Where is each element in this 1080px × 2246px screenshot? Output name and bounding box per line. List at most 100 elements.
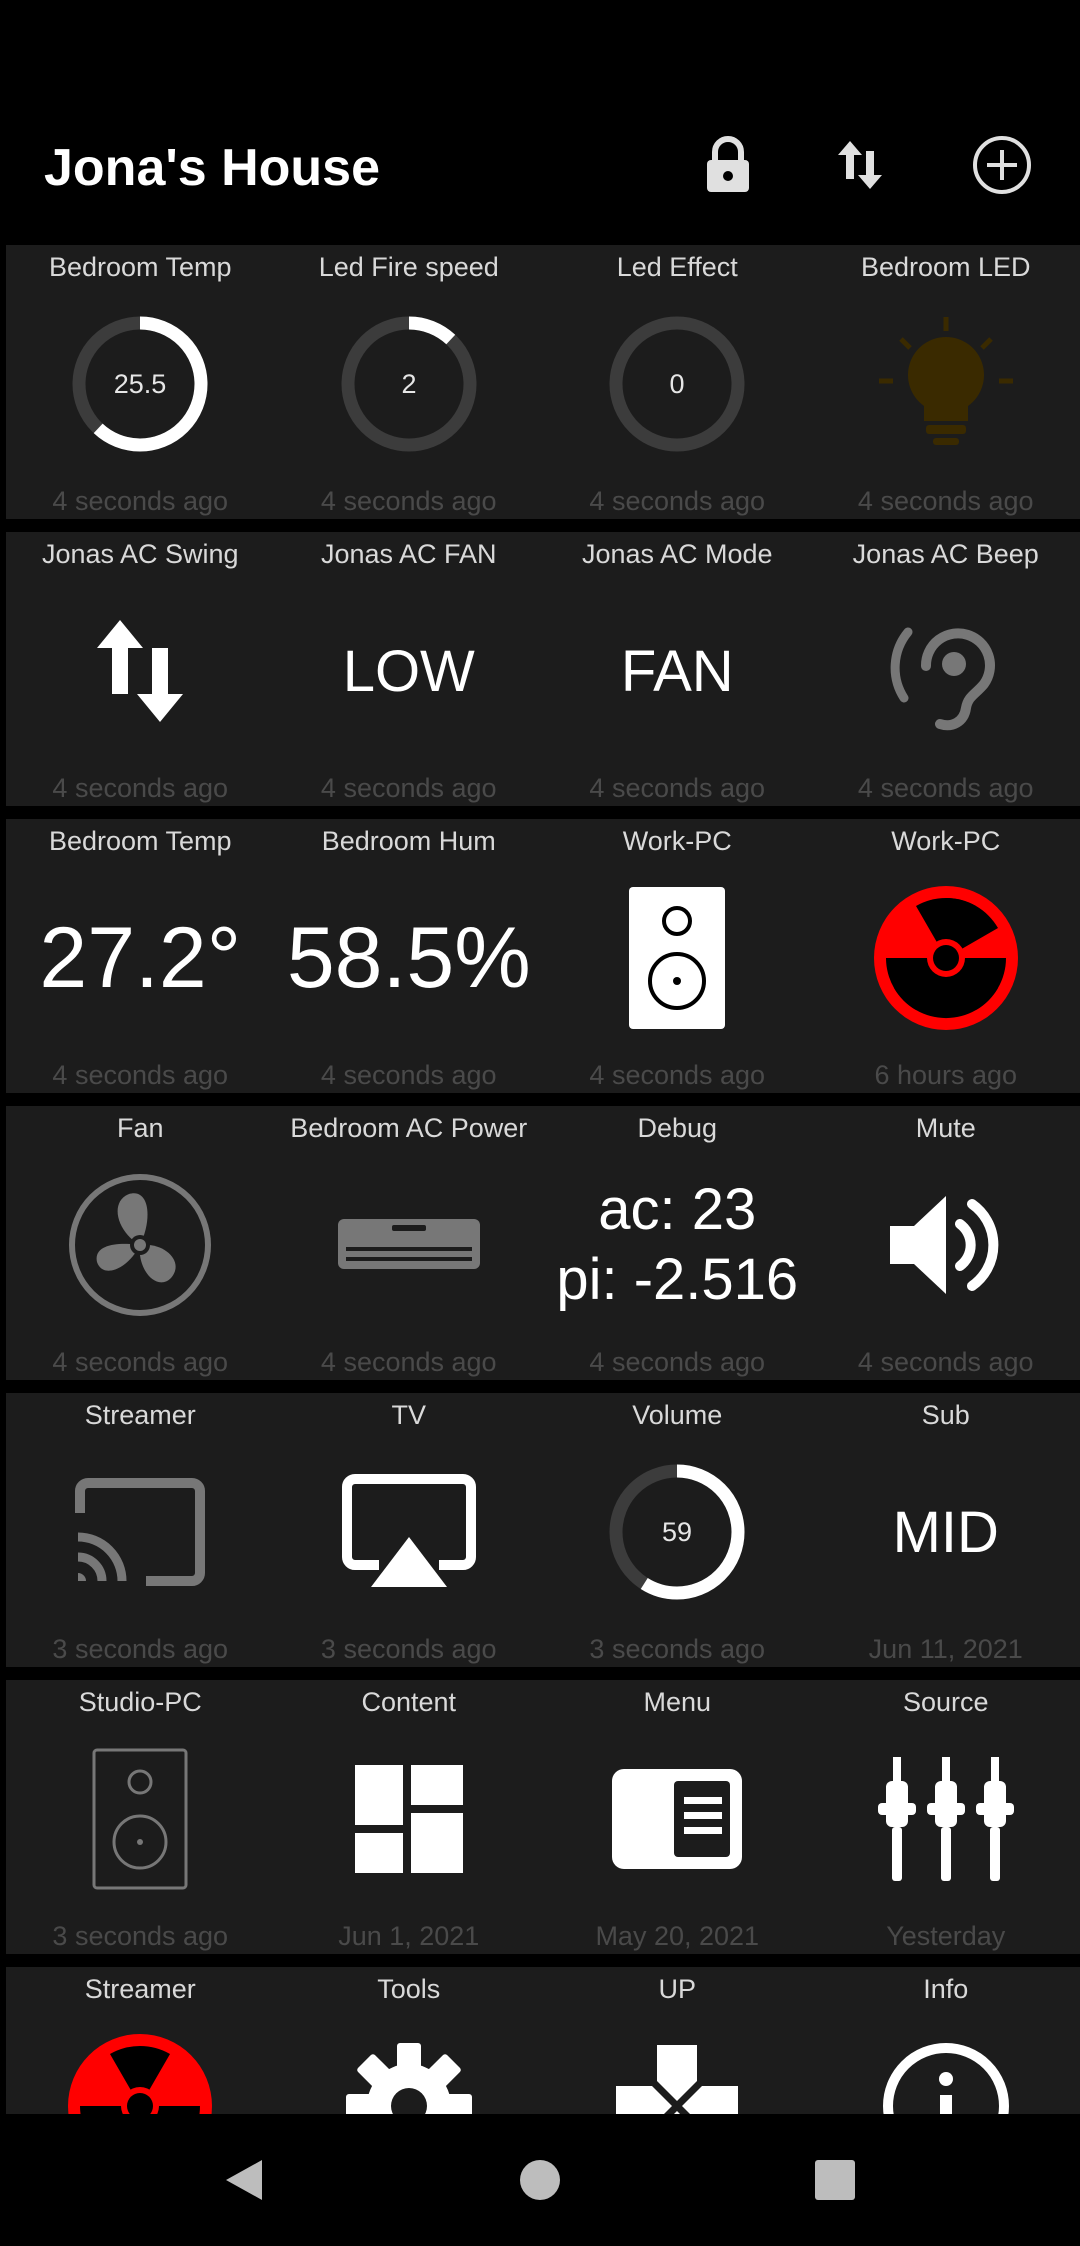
tile-timestamp: Jun 1, 2021 <box>338 1921 480 1951</box>
tile-label: Led Fire speed <box>318 252 499 282</box>
gauge-value: 25.5 <box>114 369 167 399</box>
tile-label: TV <box>391 1400 426 1430</box>
tile-timestamp: 4 seconds ago <box>320 486 497 516</box>
tile-led-fire-speed[interactable]: Led Fire speed 2 4 seconds ago <box>275 245 544 519</box>
tile-timestamp: 4 seconds ago <box>589 1347 766 1377</box>
tile-jonas-ac-swing[interactable]: Jonas AC Swing 4 seconds ago <box>6 532 275 806</box>
tile-row: Bedroom Temp 25.5 4 seconds ago Led Fire… <box>6 245 1080 519</box>
tile-label: Jonas AC Swing <box>41 539 239 569</box>
home-button[interactable] <box>510 2150 570 2210</box>
add-circle-icon <box>973 136 1031 194</box>
speaker-outline-icon <box>92 1748 188 1890</box>
tile-mute[interactable]: Mute 4 seconds ago <box>812 1106 1080 1380</box>
tile-row: Studio-PC 3 seconds ago Content Jun 1, 2… <box>6 1680 1080 1954</box>
tile-label: Volume <box>632 1400 723 1430</box>
gauge-value: 2 <box>401 369 416 399</box>
tile-bedroom-led[interactable]: Bedroom LED 4 seconds ago <box>812 245 1080 519</box>
menu-panel-icon <box>612 1769 743 1869</box>
tile-studio-pc[interactable]: Studio-PC 3 seconds ago <box>6 1680 275 1954</box>
tile-led-effect[interactable]: Led Effect 0 4 seconds ago <box>543 245 812 519</box>
home-circle-icon <box>520 2160 560 2200</box>
rca-plugs-icon <box>877 1757 1014 1881</box>
tile-streamer[interactable]: Streamer 3 seconds ago <box>6 1393 275 1667</box>
tile-source[interactable]: Source Yesterday <box>812 1680 1080 1954</box>
gauge: 0 <box>609 316 745 452</box>
tile-timestamp: Jun 11, 2021 <box>868 1634 1023 1664</box>
tile-label: Bedroom Hum <box>321 826 496 856</box>
tile-label: Menu <box>643 1687 712 1717</box>
tile-row: Streamer 3 seconds ago TV 3 seconds ago <box>6 1393 1080 1667</box>
tile-jonas-ac-beep[interactable]: Jonas AC Beep 4 seconds ago <box>812 532 1080 806</box>
radiation-icon <box>873 886 1018 1030</box>
tile-timestamp: 3 seconds ago <box>589 1634 766 1664</box>
tile-timestamp: 4 seconds ago <box>589 773 766 803</box>
gauge: 25.5 <box>72 316 208 452</box>
gauge: 2 <box>341 316 477 452</box>
tile-bedroom-temp-gauge[interactable]: Bedroom Temp 25.5 4 seconds ago <box>6 245 275 519</box>
fan-icon <box>69 1174 212 1316</box>
app-bar: Jona's House <box>0 0 1080 245</box>
recents-button[interactable] <box>805 2150 865 2210</box>
tile-work-pc-speaker[interactable]: Work-PC 4 seconds ago <box>543 819 812 1093</box>
tile-timestamp: 4 seconds ago <box>589 486 766 516</box>
tile-label: Content <box>361 1687 457 1717</box>
tile-value: 27.2° <box>39 909 242 1006</box>
system-nav-bar <box>0 2114 1080 2246</box>
tile-label: Jonas AC Beep <box>852 539 1039 569</box>
tile-jonas-ac-mode[interactable]: Jonas AC Mode FAN 4 seconds ago <box>543 532 812 806</box>
tile-volume[interactable]: Volume 59 3 seconds ago <box>543 1393 812 1667</box>
tile-debug[interactable]: Debug ac: 23 pi: -2.516 4 seconds ago <box>543 1106 812 1380</box>
tile-label: Work-PC <box>891 826 1001 856</box>
back-button[interactable] <box>214 2150 274 2210</box>
tile-timestamp: 4 seconds ago <box>320 773 497 803</box>
tile-jonas-ac-fan[interactable]: Jonas AC FAN LOW 4 seconds ago <box>275 532 544 806</box>
tile-label: Streamer <box>84 1974 196 2004</box>
dashboard-icon <box>354 1765 463 1873</box>
tile-row: Fan 4 seconds ago Bedroom AC Power 4 sec… <box>6 1106 1080 1380</box>
back-triangle-icon <box>226 2160 262 2200</box>
speaker-icon <box>629 887 726 1029</box>
tile-timestamp: 4 seconds ago <box>320 1060 497 1090</box>
tile-timestamp: Yesterday <box>886 1921 1006 1951</box>
tile-label: Bedroom AC Power <box>290 1113 528 1143</box>
tile-content[interactable]: Content Jun 1, 2021 <box>275 1680 544 1954</box>
volume-icon <box>889 1196 999 1294</box>
tile-label: Sub <box>921 1400 970 1430</box>
debug-line: ac: 23 <box>598 1177 757 1242</box>
air-conditioner-icon <box>337 1219 480 1269</box>
tile-label: Jonas AC Mode <box>581 539 773 569</box>
tile-bedroom-hum[interactable]: Bedroom Hum 58.5% 4 seconds ago <box>275 819 544 1093</box>
tile-row: Jonas AC Swing 4 seconds ago Jonas AC FA… <box>6 532 1080 806</box>
tile-timestamp: 4 seconds ago <box>857 1347 1034 1377</box>
tile-sub[interactable]: Sub MID Jun 11, 2021 <box>812 1393 1080 1667</box>
tile-menu[interactable]: Menu May 20, 2021 <box>543 1680 812 1954</box>
reorder-button[interactable] <box>825 130 895 200</box>
tile-timestamp: 4 seconds ago <box>52 773 229 803</box>
tile-timestamp: 4 seconds ago <box>52 1060 229 1090</box>
tile-value: 58.5% <box>286 909 531 1006</box>
tile-bedroom-ac-power[interactable]: Bedroom AC Power 4 seconds ago <box>275 1106 544 1380</box>
tile-bedroom-temp[interactable]: Bedroom Temp 27.2° 4 seconds ago <box>6 819 275 1093</box>
tile-timestamp: 4 seconds ago <box>589 1060 766 1090</box>
page-title: Jona's House <box>44 139 381 197</box>
tile-value: FAN <box>620 638 734 704</box>
tile-label: Mute <box>915 1113 976 1143</box>
tile-label: Source <box>902 1687 989 1717</box>
tile-label: UP <box>658 1974 696 2004</box>
tile-label: Debug <box>637 1113 718 1143</box>
recents-square-icon <box>815 2160 855 2200</box>
tile-timestamp: May 20, 2021 <box>595 1921 760 1951</box>
tile-fan[interactable]: Fan 4 seconds ago <box>6 1106 275 1380</box>
gauge-value: 0 <box>670 369 685 399</box>
tile-timestamp: 6 hours ago <box>874 1060 1018 1090</box>
lock-button[interactable] <box>693 130 763 200</box>
tile-work-pc-radiation[interactable]: Work-PC 6 hours ago <box>812 819 1080 1093</box>
tile-label: Info <box>923 1974 969 2004</box>
ear-icon <box>890 627 995 731</box>
tile-label: Fan <box>116 1113 164 1143</box>
tile-tv[interactable]: TV 3 seconds ago <box>275 1393 544 1667</box>
add-button[interactable] <box>967 130 1037 200</box>
tile-timestamp: 4 seconds ago <box>52 1347 229 1377</box>
tile-label: Bedroom LED <box>860 252 1031 282</box>
tile-value: MID <box>892 1499 999 1565</box>
